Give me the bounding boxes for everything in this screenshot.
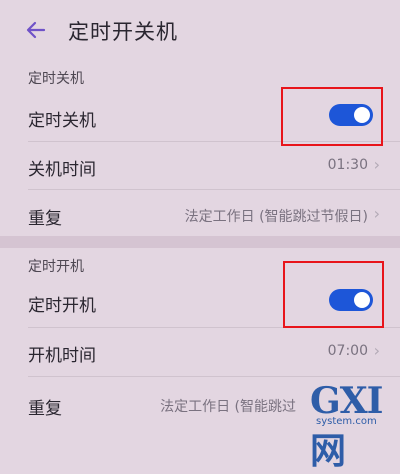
highlight-box-shutdown-toggle xyxy=(281,87,383,146)
startup-time-label: 开机时间 xyxy=(28,346,96,366)
shutdown-repeat-label: 重复 xyxy=(28,209,62,229)
chevron-right-icon: › xyxy=(373,341,380,360)
chevron-right-icon: › xyxy=(373,204,380,223)
watermark-logo: GXI网 system.com xyxy=(310,380,384,472)
shutdown-repeat-value: 法定工作日 (智能跳过节假日) xyxy=(184,209,368,225)
chevron-right-icon: › xyxy=(373,155,380,174)
highlight-box-startup-toggle xyxy=(283,261,384,328)
divider-line xyxy=(28,189,400,190)
shutdown-time-value: 01:30 xyxy=(327,157,368,173)
startup-time-value: 07:00 xyxy=(327,343,368,359)
section-title-shutdown: 定时关机 xyxy=(28,71,84,87)
shutdown-toggle-label: 定时关机 xyxy=(28,111,96,131)
header: 定时开关机 xyxy=(0,0,400,58)
shutdown-time-label: 关机时间 xyxy=(28,160,96,180)
section-divider xyxy=(0,236,400,248)
startup-repeat-value: 法定工作日 (智能跳过 xyxy=(160,399,296,415)
startup-toggle-label: 定时开机 xyxy=(28,296,96,316)
back-arrow-icon[interactable] xyxy=(24,18,48,42)
divider-line xyxy=(28,376,400,377)
section-title-startup: 定时开机 xyxy=(28,259,84,275)
startup-repeat-label: 重复 xyxy=(28,399,62,419)
page-title: 定时开关机 xyxy=(68,20,178,44)
